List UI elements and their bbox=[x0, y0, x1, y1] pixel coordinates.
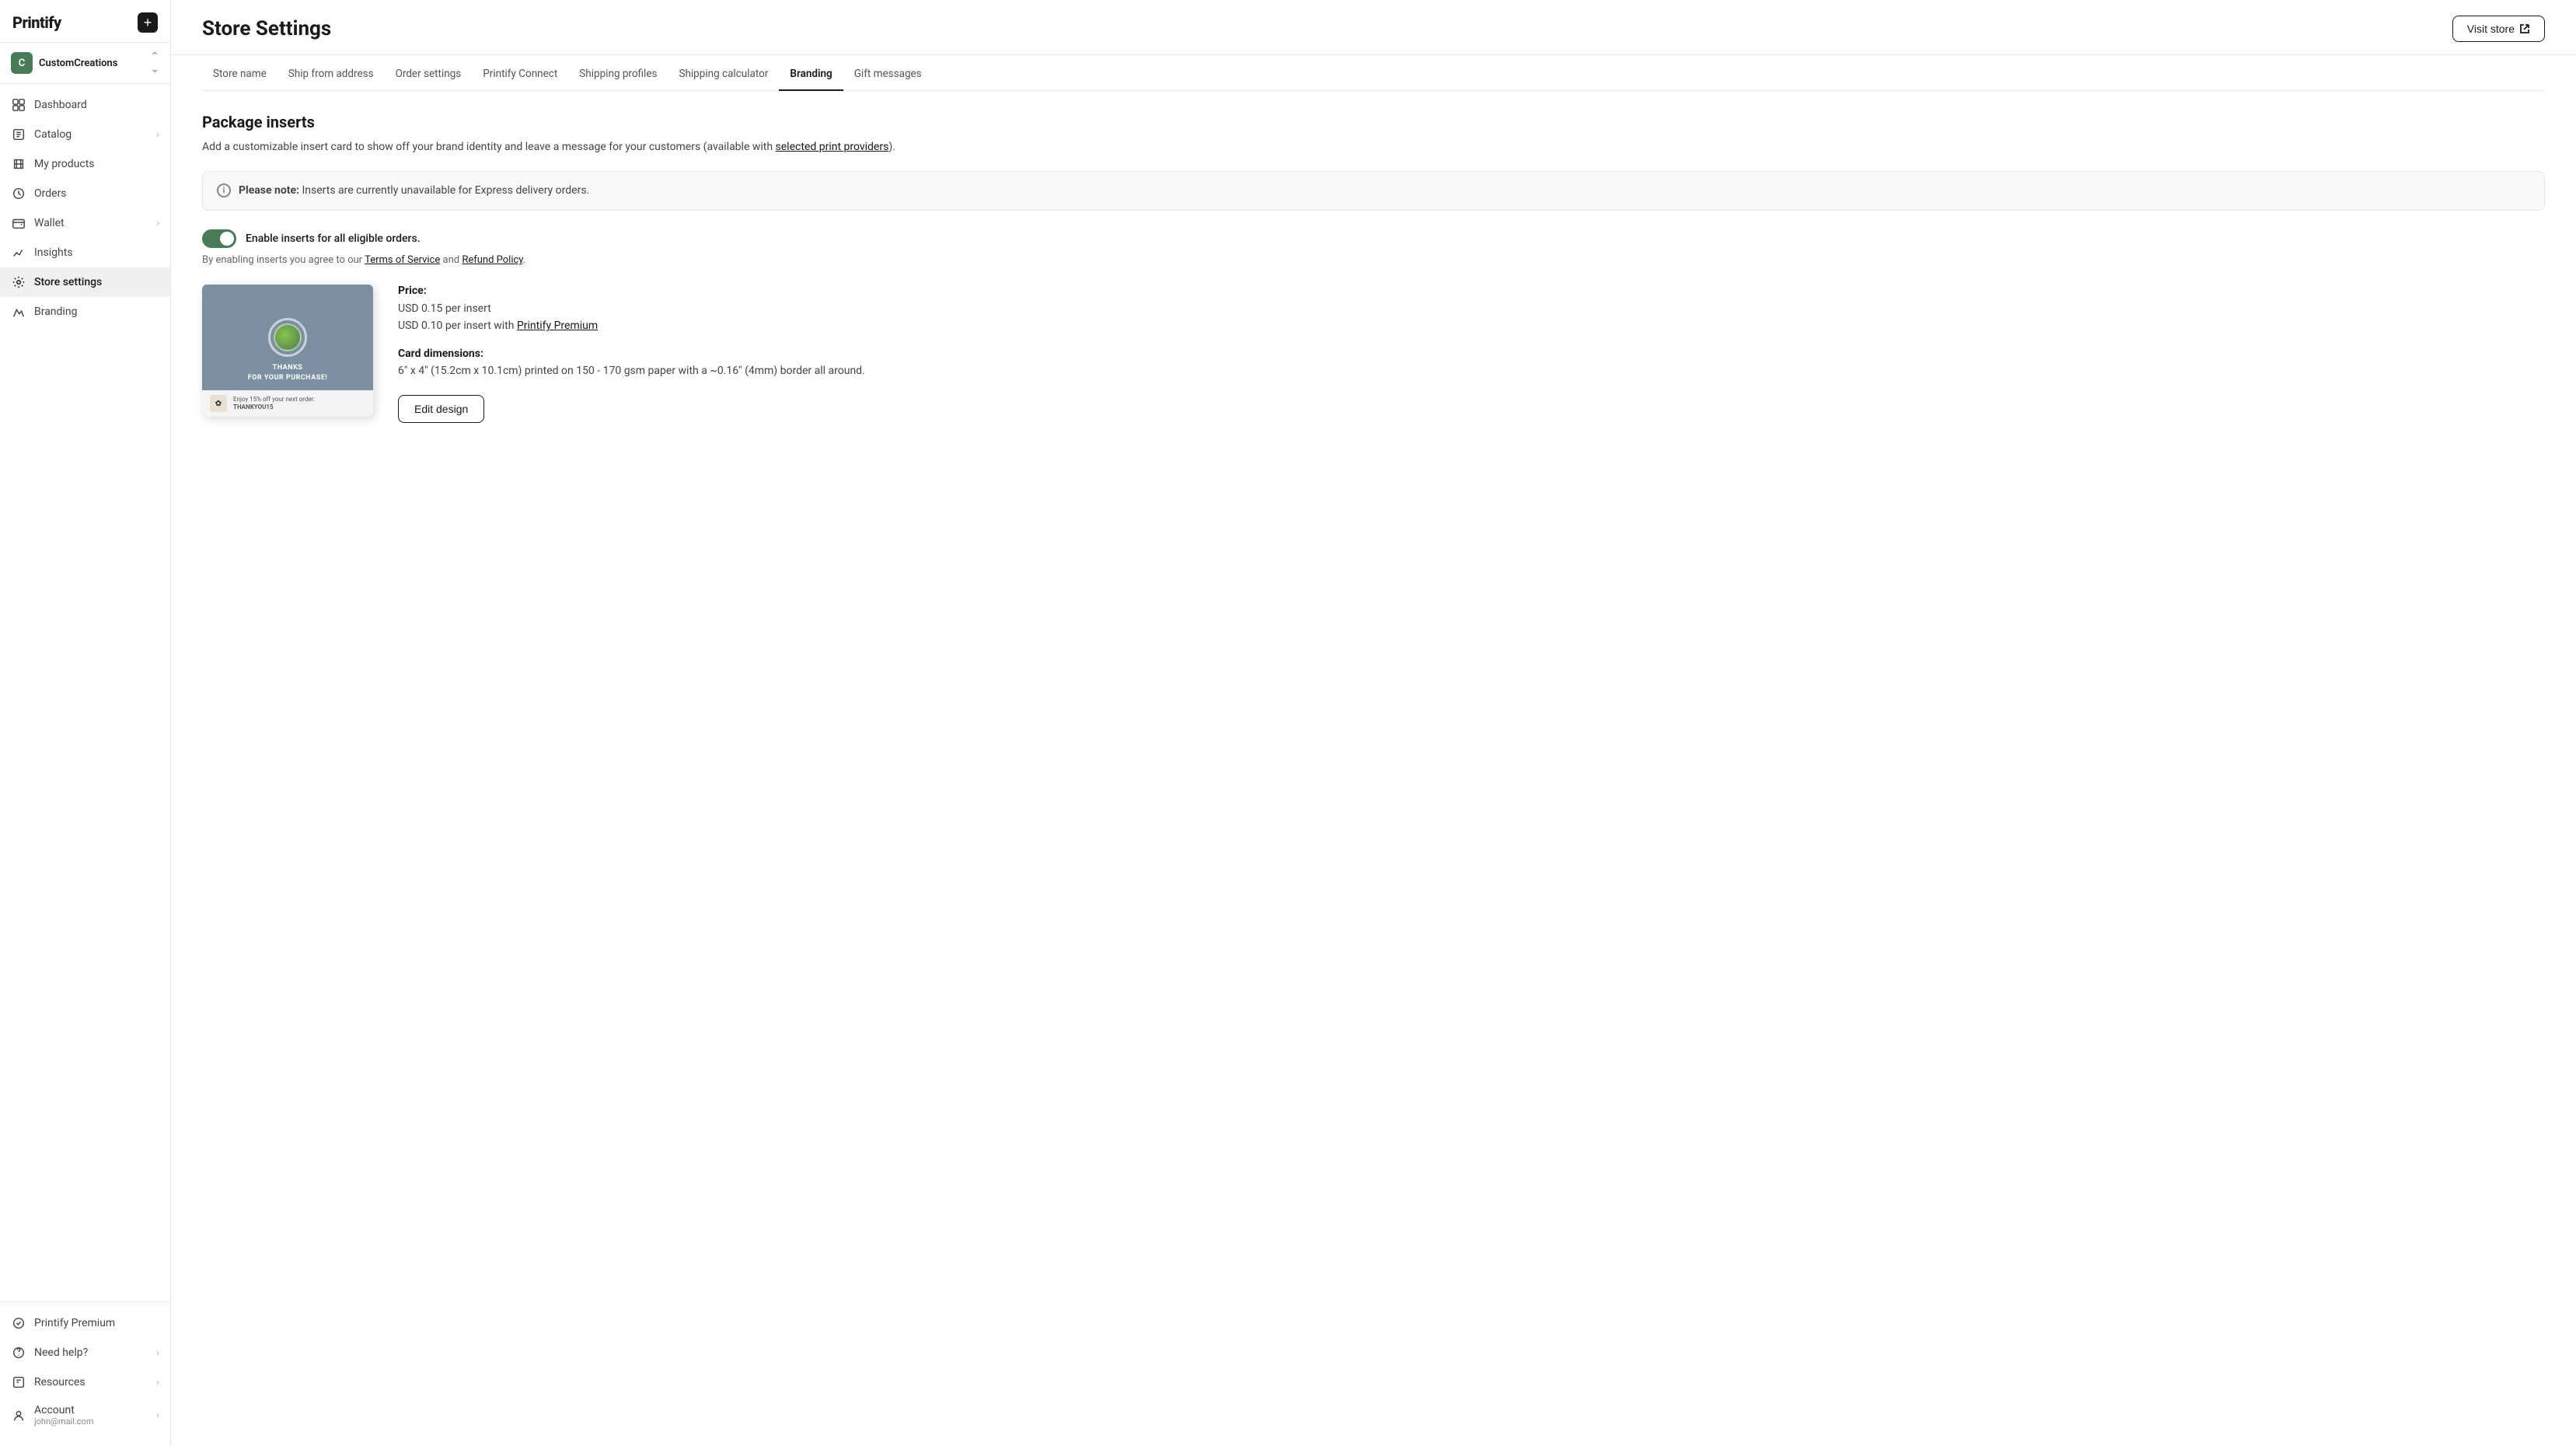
tab-shipping-profiles[interactable]: Shipping profiles bbox=[568, 55, 668, 91]
resources-icon bbox=[11, 1374, 26, 1390]
add-store-button[interactable]: + bbox=[138, 12, 158, 33]
tab-shipping-calculator[interactable]: Shipping calculator bbox=[668, 55, 779, 91]
dashboard-icon bbox=[11, 97, 26, 113]
visit-store-label: Visit store bbox=[2467, 23, 2515, 35]
account-email: john@mail.com bbox=[34, 1416, 148, 1427]
globe-icon bbox=[268, 318, 307, 357]
tab-branding[interactable]: Branding bbox=[779, 55, 843, 91]
refund-policy-link[interactable]: Refund Policy bbox=[462, 254, 522, 266]
price-label: Price: bbox=[398, 285, 2545, 297]
sidebar-item-label: Catalog bbox=[34, 128, 148, 141]
tab-ship-from[interactable]: Ship from address bbox=[277, 55, 385, 91]
settings-tabs: Store name Ship from address Order setti… bbox=[202, 55, 2545, 91]
brand-logo: Printify bbox=[12, 13, 61, 32]
store-icon: C bbox=[11, 52, 33, 74]
tab-store-name[interactable]: Store name bbox=[202, 55, 277, 91]
sidebar-item-label: Printify Premium bbox=[34, 1317, 159, 1329]
sidebar-item-label: Insights bbox=[34, 246, 159, 259]
sidebar-item-catalog[interactable]: Catalog › bbox=[0, 120, 170, 149]
sidebar-item-insights[interactable]: Insights bbox=[0, 238, 170, 267]
terms-text: By enabling inserts you agree to our Ter… bbox=[202, 254, 2545, 266]
store-settings-icon bbox=[11, 274, 26, 290]
sidebar-item-printify-premium[interactable]: Printify Premium bbox=[0, 1308, 170, 1338]
card-bottom-section: ✿ Enjoy 15% off your next order: THANKYO… bbox=[202, 390, 373, 417]
catalog-icon bbox=[11, 127, 26, 142]
notice-box: i Please note: Inserts are currently una… bbox=[202, 171, 2545, 211]
sidebar-item-my-products[interactable]: My products bbox=[0, 149, 170, 179]
card-thanks-text: THANKSFOR YOUR PURCHASE! bbox=[248, 363, 328, 382]
products-icon bbox=[11, 156, 26, 172]
section-description: Add a customizable insert card to show o… bbox=[202, 139, 2545, 155]
sidebar-item-wallet[interactable]: Wallet › bbox=[0, 208, 170, 238]
orders-icon bbox=[11, 186, 26, 201]
price-line-1: USD 0.15 per insert bbox=[398, 300, 2545, 317]
edit-design-button[interactable]: Edit design bbox=[398, 395, 484, 423]
chevron-right-icon: › bbox=[156, 1347, 159, 1359]
printify-premium-link[interactable]: Printify Premium bbox=[517, 320, 598, 332]
sidebar-item-resources[interactable]: Resources › bbox=[0, 1367, 170, 1397]
card-section: THANKSFOR YOUR PURCHASE! ✿ Enjoy 15% off… bbox=[202, 285, 2545, 423]
dimensions-text: 6" x 4" (15.2cm x 10.1cm) printed on 150… bbox=[398, 363, 2545, 379]
help-icon bbox=[11, 1345, 26, 1360]
store-selector[interactable]: C CustomCreations ⌃⌄ bbox=[0, 43, 170, 84]
toggle-row: Enable inserts for all eligible orders. bbox=[202, 229, 2545, 248]
sidebar-item-branding[interactable]: Branding bbox=[0, 297, 170, 327]
logo-area: Printify + bbox=[0, 0, 170, 43]
sidebar-item-label: Orders bbox=[34, 187, 159, 200]
tab-gift-messages[interactable]: Gift messages bbox=[843, 55, 933, 91]
sidebar-item-store-settings[interactable]: Store settings bbox=[0, 267, 170, 297]
main-content: Store Settings Visit store Store name Sh… bbox=[171, 0, 2576, 1446]
section-title: Package inserts bbox=[202, 113, 2545, 131]
wallet-icon bbox=[11, 215, 26, 231]
toggle-label: Enable inserts for all eligible orders. bbox=[246, 232, 421, 245]
chevron-right-icon: › bbox=[156, 218, 159, 229]
notice-text: Please note: Inserts are currently unava… bbox=[239, 183, 589, 199]
card-stamp-icon: ✿ bbox=[210, 395, 227, 412]
insights-icon bbox=[11, 245, 26, 260]
price-section: Price: USD 0.15 per insert USD 0.10 per … bbox=[398, 285, 2545, 335]
chevron-right-icon: › bbox=[156, 1409, 159, 1421]
visit-store-button[interactable]: Visit store bbox=[2452, 16, 2545, 42]
terms-of-service-link[interactable]: Terms of Service bbox=[365, 254, 440, 266]
premium-icon bbox=[11, 1315, 26, 1331]
sidebar-item-label: Need help? bbox=[34, 1346, 148, 1359]
main-nav: Dashboard Catalog › My products Orders bbox=[0, 84, 170, 333]
dimensions-section: Card dimensions: 6" x 4" (15.2cm x 10.1c… bbox=[398, 348, 2545, 379]
account-icon bbox=[11, 1408, 26, 1423]
sidebar-item-dashboard[interactable]: Dashboard bbox=[0, 90, 170, 120]
branding-icon bbox=[11, 304, 26, 320]
chevron-updown-icon: ⌃⌄ bbox=[150, 51, 159, 75]
content-area: Store name Ship from address Order setti… bbox=[171, 55, 2576, 423]
sidebar-item-label: Branding bbox=[34, 306, 159, 318]
selected-print-providers-link[interactable]: selected print providers bbox=[776, 141, 889, 153]
external-link-icon bbox=[2519, 23, 2530, 34]
inserts-toggle[interactable] bbox=[202, 229, 236, 248]
sidebar-item-label: Resources bbox=[34, 1376, 148, 1388]
sidebar-item-label: Wallet bbox=[34, 217, 148, 229]
card-preview-image: THANKSFOR YOUR PURCHASE! ✿ Enjoy 15% off… bbox=[202, 285, 373, 417]
info-icon: i bbox=[217, 183, 231, 197]
sidebar-item-need-help[interactable]: Need help? › bbox=[0, 1338, 170, 1367]
chevron-right-icon: › bbox=[156, 129, 159, 141]
sidebar-bottom-nav: Printify Premium Need help? › Resources … bbox=[0, 1301, 170, 1434]
card-info: Price: USD 0.15 per insert USD 0.10 per … bbox=[398, 285, 2545, 423]
dimensions-label: Card dimensions: bbox=[398, 348, 2545, 360]
sidebar: Printify + C CustomCreations ⌃⌄ Dashboar… bbox=[0, 0, 171, 1446]
sidebar-item-label: Dashboard bbox=[34, 99, 159, 111]
topbar: Store Settings Visit store bbox=[171, 0, 2576, 55]
sidebar-item-label: Store settings bbox=[34, 276, 159, 288]
tab-order-settings[interactable]: Order settings bbox=[385, 55, 473, 91]
sidebar-item-label: My products bbox=[34, 158, 159, 170]
sidebar-item-account[interactable]: Account john@mail.com › bbox=[0, 1397, 170, 1434]
sidebar-item-orders[interactable]: Orders bbox=[0, 179, 170, 208]
chevron-right-icon: › bbox=[156, 1377, 159, 1388]
tab-printify-connect[interactable]: Printify Connect bbox=[472, 55, 568, 91]
page-title: Store Settings bbox=[202, 17, 331, 40]
store-name-label: CustomCreations bbox=[39, 58, 144, 69]
sidebar-item-label: Account bbox=[34, 1404, 148, 1416]
card-promo-text: Enjoy 15% off your next order: THANKYOU1… bbox=[233, 396, 315, 412]
price-line-2: USD 0.10 per insert with Printify Premiu… bbox=[398, 317, 2545, 334]
